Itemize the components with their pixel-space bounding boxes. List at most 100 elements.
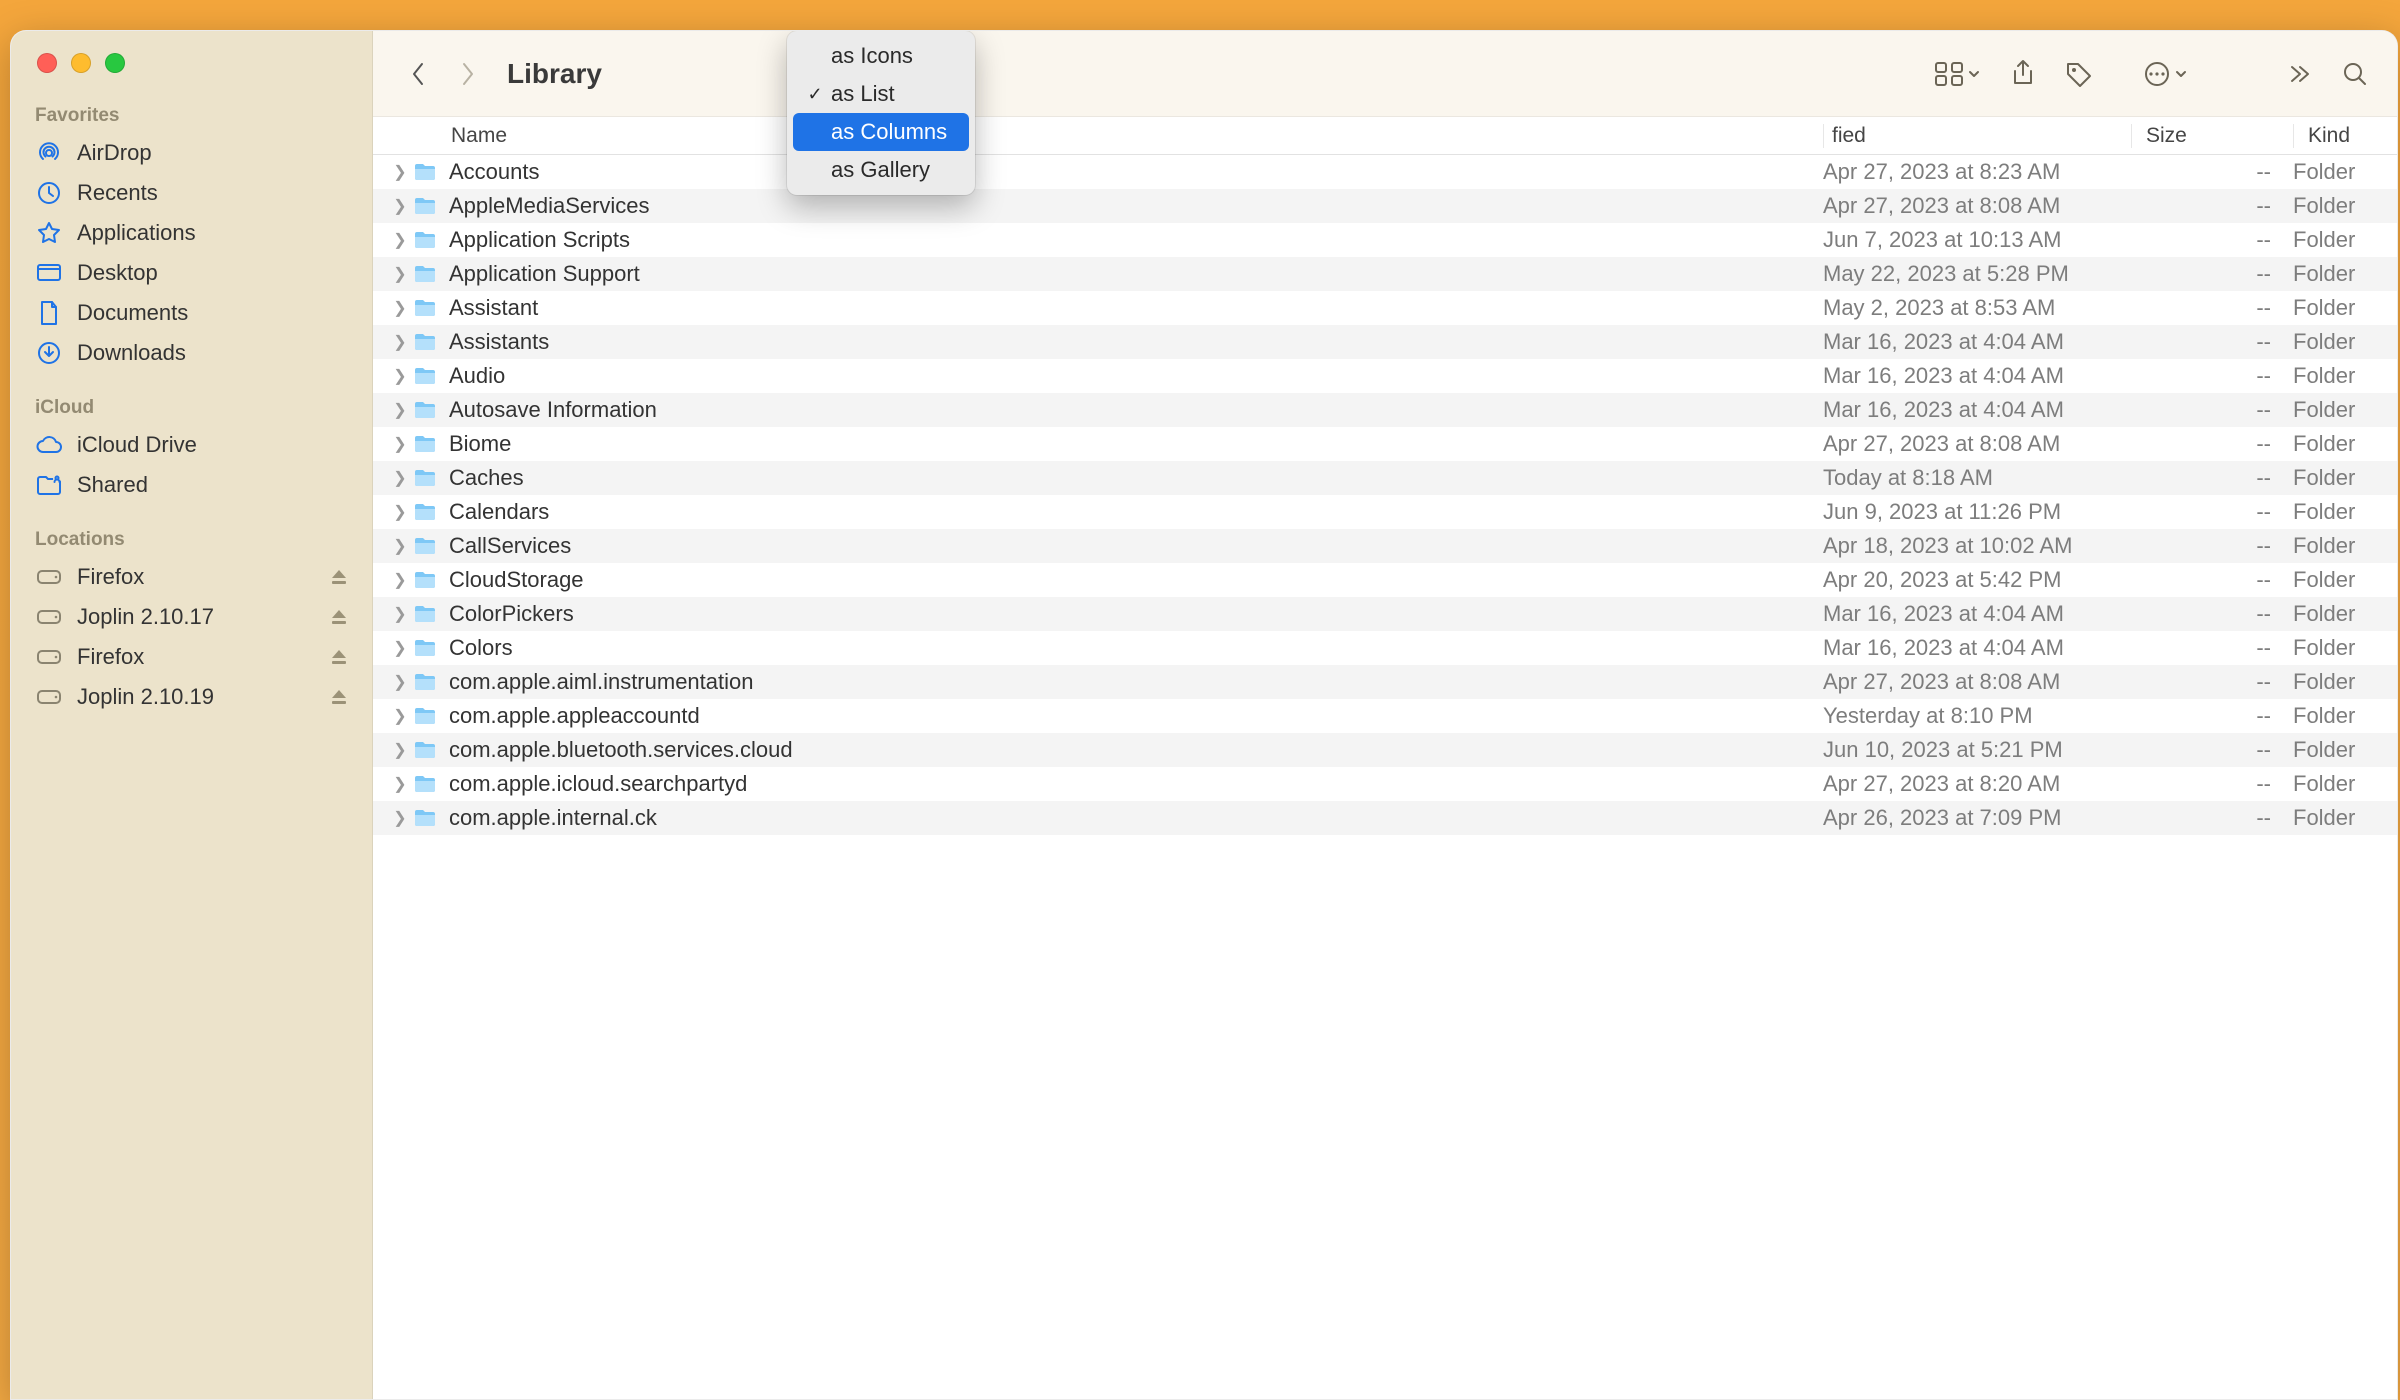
sidebar-item-airdrop[interactable]: AirDrop <box>11 133 372 173</box>
file-list[interactable]: ❯ AccountsApr 27, 2023 at 8:23 AM--Folde… <box>373 155 2397 1399</box>
file-row[interactable]: ❯ AssistantsMar 16, 2023 at 4:04 AM--Fol… <box>373 325 2397 359</box>
sidebar: FavoritesAirDropRecentsApplicationsDeskt… <box>11 31 373 1399</box>
desktop-icon <box>35 259 63 287</box>
sidebar-item-applications[interactable]: Applications <box>11 213 372 253</box>
search-button[interactable] <box>2331 53 2379 95</box>
disclosure-triangle-icon[interactable]: ❯ <box>387 740 413 760</box>
disclosure-triangle-icon[interactable]: ❯ <box>387 706 413 726</box>
disclosure-triangle-icon[interactable]: ❯ <box>387 400 413 420</box>
sidebar-item-desktop[interactable]: Desktop <box>11 253 372 293</box>
disclosure-triangle-icon[interactable]: ❯ <box>387 808 413 828</box>
folder-icon <box>413 501 439 523</box>
disclosure-triangle-icon[interactable]: ❯ <box>387 298 413 318</box>
disclosure-triangle-icon[interactable]: ❯ <box>387 332 413 352</box>
file-row[interactable]: ❯ CallServicesApr 18, 2023 at 10:02 AM--… <box>373 529 2397 563</box>
disclosure-triangle-icon[interactable]: ❯ <box>387 434 413 454</box>
disclosure-triangle-icon[interactable]: ❯ <box>387 162 413 182</box>
sidebar-item-downloads[interactable]: Downloads <box>11 333 372 373</box>
disclosure-triangle-icon[interactable]: ❯ <box>387 536 413 556</box>
sidebar-item-firefox[interactable]: Firefox <box>11 637 372 677</box>
file-row[interactable]: ❯ com.apple.bluetooth.services.cloudJun … <box>373 733 2397 767</box>
file-modified: Apr 27, 2023 at 8:23 AM <box>1823 159 2131 185</box>
folder-icon <box>413 297 439 319</box>
sidebar-item-documents[interactable]: Documents <box>11 293 372 333</box>
share-button[interactable] <box>1999 53 2047 95</box>
overflow-button[interactable] <box>2275 53 2323 95</box>
file-row[interactable]: ❯ AssistantMay 2, 2023 at 8:53 AM--Folde… <box>373 291 2397 325</box>
group-button[interactable] <box>1923 53 1991 95</box>
folder-icon <box>413 195 439 217</box>
folder-icon <box>413 365 439 387</box>
file-row[interactable]: ❯ com.apple.aiml.instrumentationApr 27, … <box>373 665 2397 699</box>
close-window-button[interactable] <box>37 53 57 73</box>
file-row[interactable]: ❯ CachesToday at 8:18 AM--Folder <box>373 461 2397 495</box>
sidebar-item-joplin-2-10-19[interactable]: Joplin 2.10.19 <box>11 677 372 717</box>
file-modified: Apr 20, 2023 at 5:42 PM <box>1823 567 2131 593</box>
file-row[interactable]: ❯ CloudStorageApr 20, 2023 at 5:42 PM--F… <box>373 563 2397 597</box>
file-size: -- <box>2131 771 2293 797</box>
view-menu-item-as-columns[interactable]: as Columns <box>793 113 969 151</box>
disclosure-triangle-icon[interactable]: ❯ <box>387 366 413 386</box>
file-row[interactable]: ❯ AudioMar 16, 2023 at 4:04 AM--Folder <box>373 359 2397 393</box>
sidebar-item-label: Downloads <box>77 340 186 366</box>
file-name: CloudStorage <box>449 567 1823 593</box>
file-row[interactable]: ❯ AppleMediaServicesApr 27, 2023 at 8:08… <box>373 189 2397 223</box>
disclosure-triangle-icon[interactable]: ❯ <box>387 672 413 692</box>
sidebar-item-label: AirDrop <box>77 140 152 166</box>
disclosure-triangle-icon[interactable]: ❯ <box>387 230 413 250</box>
chevron-down-icon <box>2175 69 2187 79</box>
tags-button[interactable] <box>2055 53 2103 95</box>
file-row[interactable]: ❯ ColorsMar 16, 2023 at 4:04 AM--Folder <box>373 631 2397 665</box>
view-menu-item-as-list[interactable]: as List <box>793 75 969 113</box>
zoom-window-button[interactable] <box>105 53 125 73</box>
window-title: Library <box>507 58 602 90</box>
sidebar-item-icloud-drive[interactable]: iCloud Drive <box>11 425 372 465</box>
forward-button[interactable] <box>447 54 487 94</box>
eject-icon[interactable] <box>330 608 348 626</box>
action-button[interactable] <box>2131 53 2199 95</box>
sidebar-item-joplin-2-10-17[interactable]: Joplin 2.10.17 <box>11 597 372 637</box>
sidebar-item-firefox[interactable]: Firefox <box>11 557 372 597</box>
view-menu-item-as-gallery[interactable]: as Gallery <box>793 151 969 189</box>
file-kind: Folder <box>2293 227 2397 253</box>
disclosure-triangle-icon[interactable]: ❯ <box>387 468 413 488</box>
sidebar-item-recents[interactable]: Recents <box>11 173 372 213</box>
file-name: ColorPickers <box>449 601 1823 627</box>
disclosure-triangle-icon[interactable]: ❯ <box>387 502 413 522</box>
minimize-window-button[interactable] <box>71 53 91 73</box>
finder-window: FavoritesAirDropRecentsApplicationsDeskt… <box>10 30 2398 1400</box>
eject-icon[interactable] <box>330 568 348 586</box>
column-name[interactable]: Name <box>373 124 1823 148</box>
sidebar-section-header: iCloud <box>11 393 372 425</box>
disclosure-triangle-icon[interactable]: ❯ <box>387 774 413 794</box>
disclosure-triangle-icon[interactable]: ❯ <box>387 196 413 216</box>
file-row[interactable]: ❯ ColorPickersMar 16, 2023 at 4:04 AM--F… <box>373 597 2397 631</box>
column-modified[interactable]: fied <box>1823 124 2131 148</box>
file-row[interactable]: ❯ Autosave InformationMar 16, 2023 at 4:… <box>373 393 2397 427</box>
file-row[interactable]: ❯ com.apple.internal.ckApr 26, 2023 at 7… <box>373 801 2397 835</box>
file-row[interactable]: ❯ Application SupportMay 22, 2023 at 5:2… <box>373 257 2397 291</box>
disclosure-triangle-icon[interactable]: ❯ <box>387 638 413 658</box>
file-row[interactable]: ❯ BiomeApr 27, 2023 at 8:08 AM--Folder <box>373 427 2397 461</box>
file-name: Application Support <box>449 261 1823 287</box>
sidebar-item-shared[interactable]: Shared <box>11 465 372 505</box>
file-kind: Folder <box>2293 533 2397 559</box>
disclosure-triangle-icon[interactable]: ❯ <box>387 604 413 624</box>
column-kind[interactable]: Kind <box>2293 124 2397 148</box>
recents-icon <box>35 179 63 207</box>
view-menu-item-as-icons[interactable]: as Icons <box>793 37 969 75</box>
file-kind: Folder <box>2293 499 2397 525</box>
disclosure-triangle-icon[interactable]: ❯ <box>387 264 413 284</box>
file-row[interactable]: ❯ com.apple.appleaccountdYesterday at 8:… <box>373 699 2397 733</box>
disclosure-triangle-icon[interactable]: ❯ <box>387 570 413 590</box>
file-kind: Folder <box>2293 431 2397 457</box>
file-row[interactable]: ❯ AccountsApr 27, 2023 at 8:23 AM--Folde… <box>373 155 2397 189</box>
file-modified: Today at 8:18 AM <box>1823 465 2131 491</box>
back-button[interactable] <box>399 54 439 94</box>
eject-icon[interactable] <box>330 648 348 666</box>
eject-icon[interactable] <box>330 688 348 706</box>
file-row[interactable]: ❯ CalendarsJun 9, 2023 at 11:26 PM--Fold… <box>373 495 2397 529</box>
file-row[interactable]: ❯ Application ScriptsJun 7, 2023 at 10:1… <box>373 223 2397 257</box>
column-size[interactable]: Size <box>2131 124 2293 148</box>
file-row[interactable]: ❯ com.apple.icloud.searchpartydApr 27, 2… <box>373 767 2397 801</box>
